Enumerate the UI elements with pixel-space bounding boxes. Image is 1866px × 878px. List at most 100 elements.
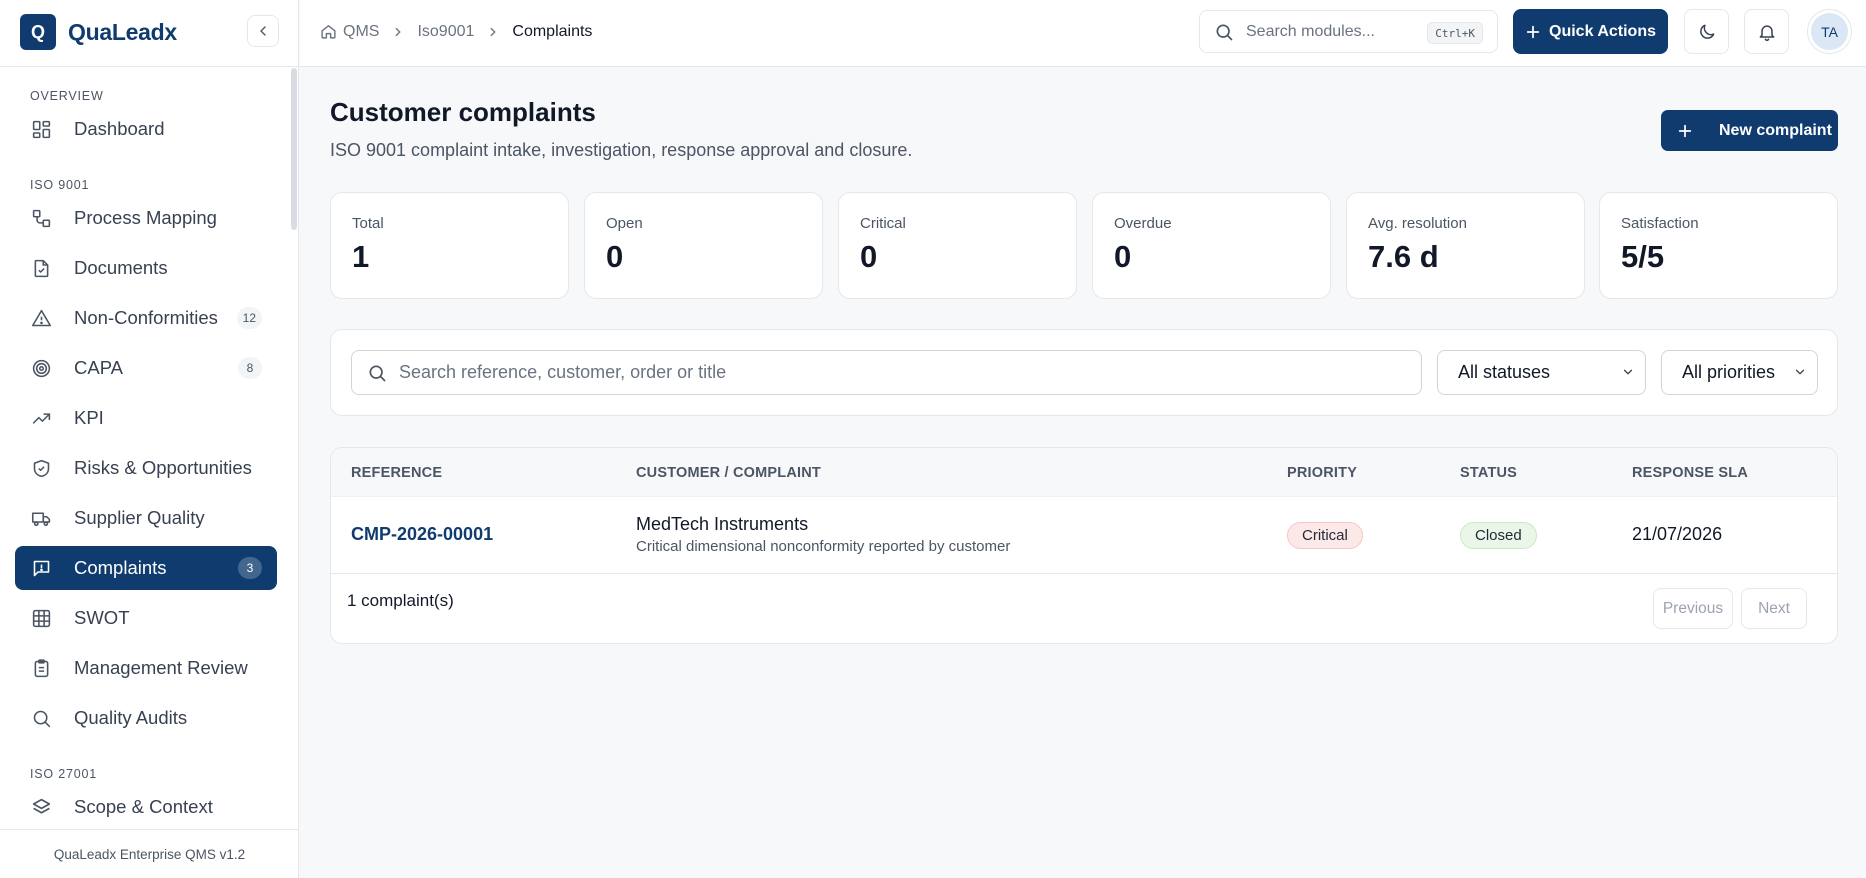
sidebar-item-label: Documents [74, 257, 168, 278]
stat-card-avg-resolution: Avg. resolution 7.6 d [1346, 192, 1585, 299]
stat-label: Open [606, 215, 643, 232]
stat-card-critical: Critical 0 [838, 192, 1077, 299]
stat-card-satisfaction: Satisfaction 5/5 [1599, 192, 1838, 299]
response-sla-date: 21/07/2026 [1632, 524, 1723, 544]
sidebar-footer: QuaLeadx Enterprise QMS v1.2 [0, 829, 299, 878]
priority-filter-select[interactable]: All priorities [1661, 350, 1818, 395]
complaint-description: Critical dimensional nonconformity repor… [636, 538, 1011, 555]
plus-icon [1677, 123, 1693, 139]
chevron-down-icon [1621, 365, 1635, 379]
section-title-overview: OVERVIEW [30, 89, 104, 103]
complaints-table: REFERENCE CUSTOMER / COMPLAINT PRIORITY … [330, 447, 1838, 644]
next-page-button[interactable]: Next [1741, 588, 1807, 629]
complaint-search[interactable] [351, 350, 1422, 395]
table-header: REFERENCE CUSTOMER / COMPLAINT PRIORITY … [331, 448, 1837, 497]
chevron-left-icon [260, 26, 266, 36]
quick-actions-button[interactable]: Quick Actions [1513, 9, 1668, 54]
chevron-right-icon [486, 25, 500, 39]
sidebar-item-management-review[interactable]: Management Review [15, 646, 277, 690]
global-search[interactable]: Ctrl+K [1199, 10, 1498, 53]
sidebar-item-complaints[interactable]: Complaints 3 [15, 546, 277, 590]
sidebar-item-documents[interactable]: Documents [15, 246, 277, 290]
sidebar-item-process-mapping[interactable]: Process Mapping [15, 196, 277, 240]
page-subtitle: ISO 9001 complaint intake, investigation… [330, 140, 913, 160]
stat-card-total: Total 1 [330, 192, 569, 299]
sidebar-item-risks[interactable]: Risks & Opportunities [15, 446, 277, 490]
complaint-reference-link[interactable]: CMP-2026-00001 [351, 524, 493, 545]
brand[interactable]: Q QuaLeadx [20, 14, 177, 50]
new-complaint-button[interactable]: New complaint [1661, 110, 1838, 151]
stat-value: 0 [860, 239, 878, 274]
home-icon [321, 25, 336, 39]
sidebar-item-dashboard[interactable]: Dashboard [15, 107, 277, 151]
status-filter-select[interactable]: All statuses [1437, 350, 1646, 395]
breadcrumb-item[interactable]: Iso9001 [417, 23, 474, 41]
topbar: QMS Iso9001 Complaints Ctrl+K Quick Acti… [300, 0, 1866, 67]
table-row[interactable]: CMP-2026-00001 MedTech Instruments Criti… [331, 497, 1837, 574]
chevron-right-icon [391, 25, 405, 39]
avatar-initials: TA [1811, 13, 1848, 50]
sidebar-item-label: CAPA [74, 357, 124, 378]
sidebar-item-label: Quality Audits [74, 707, 188, 728]
stat-card-overdue: Overdue 0 [1092, 192, 1331, 299]
previous-page-button[interactable]: Previous [1653, 588, 1733, 629]
sidebar-item-label: Scope & Context [74, 796, 213, 817]
column-header-response-sla[interactable]: RESPONSE SLA [1632, 465, 1748, 481]
stat-value: 0 [606, 239, 624, 274]
shield-icon [30, 457, 52, 479]
stat-label: Critical [860, 215, 906, 232]
sidebar-scrollbar[interactable] [291, 68, 297, 230]
stat-label: Total [352, 215, 384, 232]
stat-value: 1 [352, 239, 370, 274]
theme-toggle-button[interactable] [1684, 9, 1729, 54]
moon-icon [1699, 24, 1714, 39]
column-header-reference[interactable]: REFERENCE [351, 465, 442, 481]
brand-logo: Q [20, 14, 56, 50]
column-header-priority[interactable]: PRIORITY [1287, 465, 1357, 481]
sidebar-item-non-conformities[interactable]: Non-Conformities 12 [15, 296, 277, 340]
grid-icon [30, 607, 52, 629]
sidebar-item-supplier-quality[interactable]: Supplier Quality [15, 496, 277, 540]
new-complaint-label: New complaint [1719, 121, 1832, 139]
breadcrumb-home[interactable]: QMS [320, 23, 379, 41]
sidebar-item-label: Process Mapping [74, 207, 217, 228]
column-header-customer[interactable]: CUSTOMER / COMPLAINT [636, 465, 821, 481]
stat-value: 7.6 d [1368, 239, 1439, 274]
breadcrumb: QMS Iso9001 Complaints [320, 0, 592, 63]
sidebar-item-capa[interactable]: CAPA 8 [15, 346, 277, 390]
global-search-input[interactable] [1246, 22, 1416, 41]
notifications-button[interactable] [1744, 9, 1789, 54]
count-badge: 3 [238, 557, 262, 579]
collapse-sidebar-button[interactable] [247, 15, 279, 47]
customer-name: MedTech Instruments [636, 514, 809, 534]
priority-badge: Critical [1287, 522, 1363, 549]
user-avatar[interactable]: TA [1807, 9, 1852, 54]
filter-bar: All statuses All priorities [330, 329, 1838, 416]
sidebar-item-quality-audits[interactable]: Quality Audits [15, 696, 277, 740]
sidebar-item-label: Supplier Quality [74, 507, 205, 528]
sidebar-item-label: Management Review [74, 657, 248, 678]
quick-actions-label: Quick Actions [1549, 22, 1656, 40]
sidebar-item-label: Non-Conformities [74, 307, 218, 328]
trending-up-icon [30, 407, 52, 429]
bell-icon [1759, 24, 1774, 41]
stat-label: Avg. resolution [1368, 215, 1467, 232]
result-count: 1 complaint(s) [347, 591, 454, 610]
sidebar-item-label: KPI [74, 407, 104, 428]
sidebar-item-swot[interactable]: SWOT [15, 596, 277, 640]
search-icon [369, 365, 386, 381]
sidebar-item-kpi[interactable]: KPI [15, 396, 277, 440]
clipboard-icon [30, 657, 52, 679]
plus-icon [1525, 24, 1541, 40]
document-icon [30, 257, 52, 279]
column-header-status[interactable]: STATUS [1460, 465, 1517, 481]
page-title: Customer complaints [330, 97, 596, 127]
stat-label: Satisfaction [1621, 215, 1699, 232]
stat-card-open: Open 0 [584, 192, 823, 299]
sidebar-item-label: Dashboard [74, 118, 165, 139]
truck-icon [30, 507, 52, 529]
sidebar-item-scope-context[interactable]: Scope & Context [15, 785, 277, 829]
sidebar-nav: OVERVIEW Dashboard ISO 9001 Process Mapp… [0, 67, 299, 829]
sidebar-item-label: Complaints [74, 557, 167, 578]
complaint-search-input[interactable] [399, 362, 1299, 383]
